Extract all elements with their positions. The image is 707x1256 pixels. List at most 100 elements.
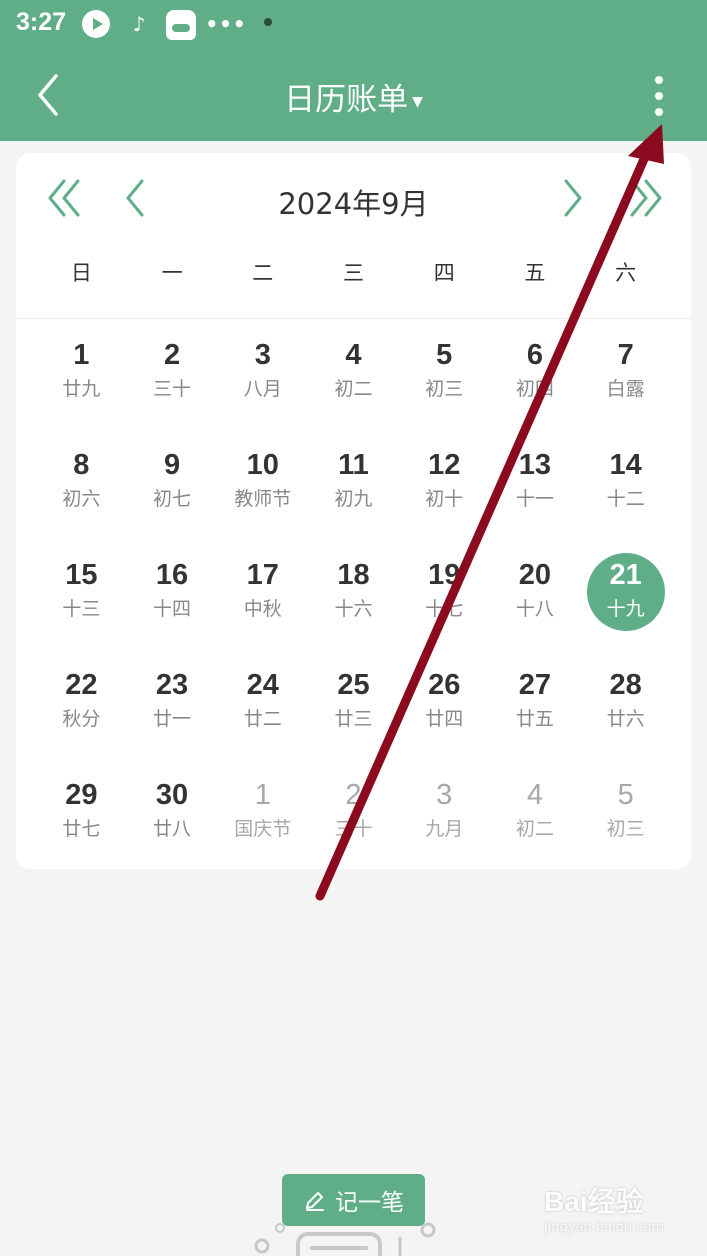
lunar-date: 廿三 [334, 708, 373, 730]
day-number: 1 [73, 339, 90, 371]
day-number: 3 [254, 339, 271, 371]
day-number: 9 [163, 449, 181, 481]
day-cell[interactable]: 22 秋分 [36, 659, 127, 769]
day-cell[interactable]: 27 廿五 [490, 659, 581, 769]
day-cell[interactable]: 28 廿六 [580, 659, 671, 769]
weekday-label: 五 [524, 261, 546, 285]
lunar-date: 十六 [334, 598, 373, 620]
day-cell[interactable]: 13 十一 [490, 439, 581, 549]
day-cell[interactable]: 18 十六 [308, 549, 399, 659]
more-menu-button[interactable] [642, 72, 676, 120]
lunar-date: 初四 [515, 378, 554, 400]
day-number: 2 [345, 779, 362, 811]
day-number: 30 [155, 779, 189, 811]
day-cell[interactable]: 1 廿九 [36, 329, 127, 439]
lunar-date: 中秋 [243, 598, 282, 620]
day-number: 16 [155, 559, 189, 591]
lunar-date: 初七 [153, 488, 192, 510]
day-cell[interactable]: 26 廿四 [399, 659, 490, 769]
lunar-date: 廿四 [425, 708, 464, 730]
day-number: 3 [436, 779, 453, 811]
weekday-label: 二 [252, 261, 274, 285]
day-cell[interactable]: 25 廿三 [308, 659, 399, 769]
day-number: 11 [338, 449, 369, 481]
day-cell[interactable]: 29 廿七 [36, 769, 127, 879]
day-number: 4 [526, 779, 543, 811]
day-cell[interactable]: 8 初六 [36, 439, 127, 549]
day-cell[interactable]: 24 廿二 [217, 659, 308, 769]
day-cell[interactable]: 7 白露 [580, 329, 671, 439]
day-cell[interactable]: 5 初三 [399, 329, 490, 439]
day-cell[interactable]: 20 十八 [490, 549, 581, 659]
day-cell[interactable]: 14 十二 [580, 439, 671, 549]
watermark-main: Bai经验 [544, 1186, 644, 1217]
day-cell[interactable]: 23 廿一 [127, 659, 218, 769]
lunar-date: 十三 [62, 598, 101, 620]
lunar-date: 秋分 [62, 708, 101, 730]
robot-app-icon [166, 10, 196, 40]
lunar-date: 教师节 [234, 488, 292, 510]
lunar-date: 八月 [243, 378, 282, 400]
weekday-header: 日一二三四五六 [36, 257, 671, 287]
day-cell[interactable]: 30 廿八 [127, 769, 218, 879]
day-cell[interactable]: 3 八月 [217, 329, 308, 439]
weekday-label: 日 [70, 261, 92, 285]
next-month-button[interactable] [550, 173, 594, 223]
weekday-label: 六 [615, 261, 637, 285]
day-grid: 1 廿九 2 三十 3 八月 4 初二 5 初三 6 初四 7 白露 8 初六 9 初七 10 教师节 11 初九 12 初十… [36, 329, 671, 879]
tiktok-icon: ♪ [132, 12, 146, 36]
next-year-button[interactable] [622, 173, 666, 223]
menu-dot [655, 108, 663, 116]
baidu-jingyan-watermark: Bai经验 jingyan.baidu.com [544, 1180, 694, 1250]
day-cell[interactable]: 2 三十 [308, 769, 399, 879]
day-cell[interactable]: 1 国庆节 [217, 769, 308, 879]
day-cell[interactable]: 6 初四 [490, 329, 581, 439]
day-cell[interactable]: 9 初七 [127, 439, 218, 549]
lunar-date: 十八 [515, 598, 554, 620]
lunar-date: 初十 [425, 488, 464, 510]
day-cell[interactable]: 11 初九 [308, 439, 399, 549]
day-cell[interactable]: 5 初三 [580, 769, 671, 879]
notification-dot-icon [264, 18, 272, 26]
day-cell[interactable]: 17 中秋 [217, 549, 308, 659]
day-cell[interactable]: 2 三十 [127, 329, 218, 439]
day-number: 10 [246, 449, 279, 481]
calendar-card: 2024年9月 日一二三四五六 1 廿九 2 三十 3 八月 4 初二 5 初三 6 初四 7 白露 8 初六… [16, 153, 691, 869]
day-cell[interactable]: 16 十四 [127, 549, 218, 659]
weekday-label: 一 [161, 261, 183, 285]
lunar-date: 十四 [153, 598, 192, 620]
day-number: 13 [518, 449, 552, 481]
day-cell[interactable]: 15 十三 [36, 549, 127, 659]
day-cell[interactable]: 3 九月 [399, 769, 490, 879]
day-cell[interactable]: 4 初二 [490, 769, 581, 879]
day-cell[interactable]: 12 初十 [399, 439, 490, 549]
day-number: 22 [65, 669, 98, 701]
lunar-date: 国庆节 [234, 818, 292, 840]
day-number: 12 [428, 449, 461, 481]
day-number: 21 [609, 559, 642, 591]
record-entry-button[interactable]: 记一笔 [282, 1174, 425, 1226]
divider [16, 318, 691, 319]
lunar-date: 初九 [334, 488, 373, 510]
day-cell-selected[interactable]: 21 十九 [580, 549, 671, 659]
day-number: 2 [163, 339, 181, 371]
lunar-date: 廿七 [62, 818, 101, 840]
record-entry-label: 记一笔 [335, 1190, 404, 1216]
menu-dot [655, 92, 663, 100]
day-cell[interactable]: 4 初二 [308, 329, 399, 439]
video-app-icon [82, 10, 110, 38]
lunar-date: 廿一 [153, 708, 192, 730]
day-number: 20 [518, 559, 552, 591]
page-title-dropdown[interactable]: 日历账单 ▼ [0, 74, 707, 119]
day-number: 28 [609, 669, 642, 701]
lunar-date: 十一 [515, 488, 554, 510]
day-cell[interactable]: 10 教师节 [217, 439, 308, 549]
day-number: 8 [73, 449, 90, 481]
day-cell[interactable]: 19 十七 [399, 549, 490, 659]
lunar-date: 三十 [153, 378, 192, 400]
status-time: 3:27 [16, 8, 67, 36]
lunar-date: 白露 [606, 378, 645, 400]
lunar-date: 初三 [425, 378, 464, 400]
day-number: 6 [526, 339, 543, 371]
day-number: 1 [254, 779, 271, 811]
